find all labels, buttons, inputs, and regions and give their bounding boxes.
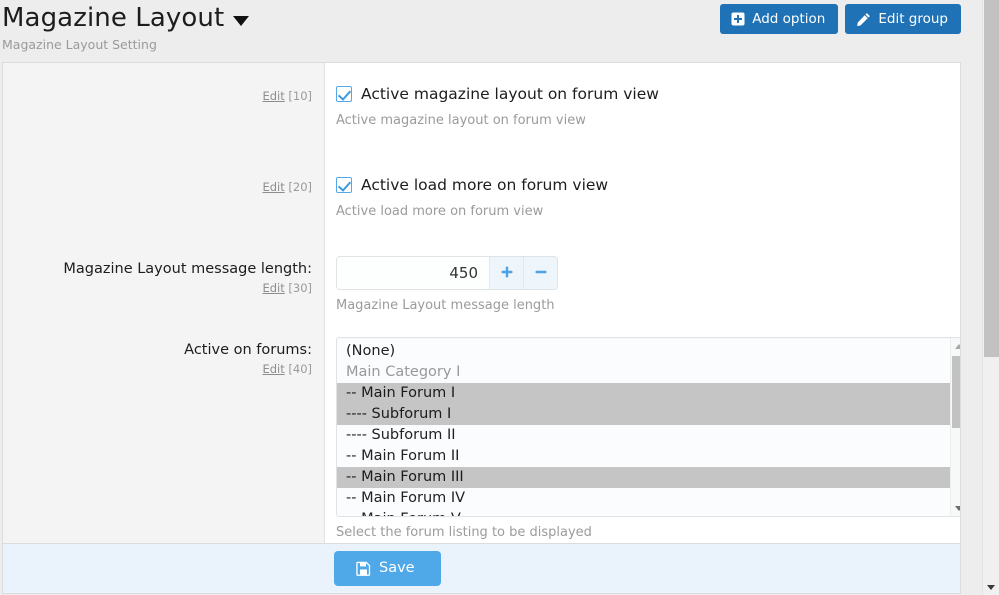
row-label-cell: Magazine Layout message length: Edit [30… <box>3 242 324 314</box>
checkbox-label: Active load more on forum view <box>361 176 609 194</box>
select-scrollbar[interactable] <box>950 338 960 516</box>
edit-number: [10] <box>288 89 312 103</box>
active-load-more-checkbox[interactable] <box>336 177 352 193</box>
edit-group-label: Edit group <box>878 11 948 27</box>
save-label: Save <box>379 560 415 576</box>
edit-line: Edit [10] <box>13 89 312 103</box>
row-label: Magazine Layout message length: <box>63 261 312 277</box>
forum-option[interactable]: -- Main Forum V <box>337 509 950 516</box>
plus-icon <box>500 264 514 283</box>
field-hint: Select the forum listing to be displayed <box>336 525 592 540</box>
row-label-cell: Active on forums: Edit [40] <box>3 332 324 541</box>
settings-rows: Edit [10] Active magazine layout on foru… <box>3 63 960 543</box>
forum-option[interactable]: -- Main Forum III <box>337 467 950 488</box>
panel-footer: Save <box>2 543 961 594</box>
edit-link[interactable]: Edit <box>262 180 284 194</box>
pencil-icon <box>856 12 871 27</box>
forum-option[interactable]: ---- Subforum II <box>337 425 950 446</box>
forum-option[interactable]: -- Main Forum IV <box>337 488 950 509</box>
add-option-label: Add option <box>752 11 826 27</box>
scroll-down-arrow-icon[interactable] <box>983 580 999 594</box>
row-field-cell: (None) Main Category I -- Main Forum I ----… <box>324 332 960 541</box>
save-button[interactable]: Save <box>334 551 441 586</box>
edit-link[interactable]: Edit <box>262 281 284 295</box>
row-field-cell: Active load more on forum view Active lo… <box>324 157 960 220</box>
field-hint: Active magazine layout on forum view <box>336 113 586 128</box>
page-scrollbar-thumb[interactable] <box>984 0 999 357</box>
active-on-forums-select[interactable]: (None) Main Category I -- Main Forum I ----… <box>336 337 960 517</box>
edit-line: Edit [30] <box>13 281 312 295</box>
forum-option[interactable]: ---- Subforum I <box>337 404 950 425</box>
edit-number: [20] <box>288 180 312 194</box>
message-length-input[interactable] <box>337 257 489 289</box>
page-viewport: Magazine Layout Magazine Layout Setting … <box>0 0 982 595</box>
page-title: Magazine Layout <box>2 3 225 33</box>
stepper-decrement-button[interactable] <box>523 257 557 289</box>
row-field-cell: Magazine Layout message length <box>324 242 960 314</box>
edit-group-button[interactable]: Edit group <box>845 4 961 34</box>
settings-panel: Edit [10] Active magazine layout on foru… <box>2 62 961 543</box>
row-label-cell: Edit [10] <box>3 63 324 129</box>
scroll-down-arrow-icon[interactable] <box>951 500 960 516</box>
row-label-cell: Edit [20] <box>3 157 324 220</box>
checkbox-line: Active magazine layout on forum view <box>336 83 946 105</box>
scroll-up-arrow-icon[interactable] <box>951 338 960 354</box>
forum-option[interactable]: -- Main Forum I <box>337 383 950 404</box>
minus-icon <box>534 264 548 283</box>
edit-link[interactable]: Edit <box>262 89 284 103</box>
message-length-stepper <box>336 256 558 290</box>
plus-square-icon <box>731 12 745 26</box>
forum-option[interactable]: (None) <box>337 341 950 362</box>
field-hint: Magazine Layout message length <box>336 298 555 313</box>
checkbox-line: Active load more on forum view <box>336 174 946 196</box>
forum-option: Main Category I <box>346 364 461 380</box>
setting-row: Active on forums: Edit [40] (None) Main C… <box>3 332 960 541</box>
edit-line: Edit [40] <box>13 362 312 376</box>
stepper-increment-button[interactable] <box>489 257 523 289</box>
edit-link[interactable]: Edit <box>262 362 284 376</box>
header-actions: Add option Edit group <box>720 4 961 34</box>
page-scrollbar[interactable] <box>982 0 999 595</box>
setting-row: Magazine Layout message length: Edit [30… <box>3 242 960 314</box>
edit-number: [30] <box>288 281 312 295</box>
add-option-button[interactable]: Add option <box>720 4 839 34</box>
row-field-cell: Active magazine layout on forum view Act… <box>324 63 960 129</box>
row-label: Active on forums: <box>184 342 312 358</box>
field-hint: Active load more on forum view <box>336 204 544 219</box>
active-magazine-layout-checkbox[interactable] <box>336 86 352 102</box>
chevron-down-icon[interactable] <box>233 16 250 26</box>
forum-option[interactable]: -- Main Forum II <box>337 446 950 467</box>
floppy-disk-icon <box>356 561 371 576</box>
select-scrollbar-thumb[interactable] <box>952 356 960 428</box>
edit-number: [40] <box>288 362 312 376</box>
page-subtitle: Magazine Layout Setting <box>2 37 157 52</box>
setting-row: Edit [10] Active magazine layout on foru… <box>3 63 960 129</box>
forum-options-list[interactable]: (None) Main Category I -- Main Forum I ----… <box>337 338 950 516</box>
edit-line: Edit [20] <box>13 180 312 194</box>
setting-row: Edit [20] Active load more on forum view… <box>3 157 960 220</box>
page-header: Magazine Layout Magazine Layout Setting … <box>0 0 982 62</box>
checkbox-label: Active magazine layout on forum view <box>361 85 659 103</box>
